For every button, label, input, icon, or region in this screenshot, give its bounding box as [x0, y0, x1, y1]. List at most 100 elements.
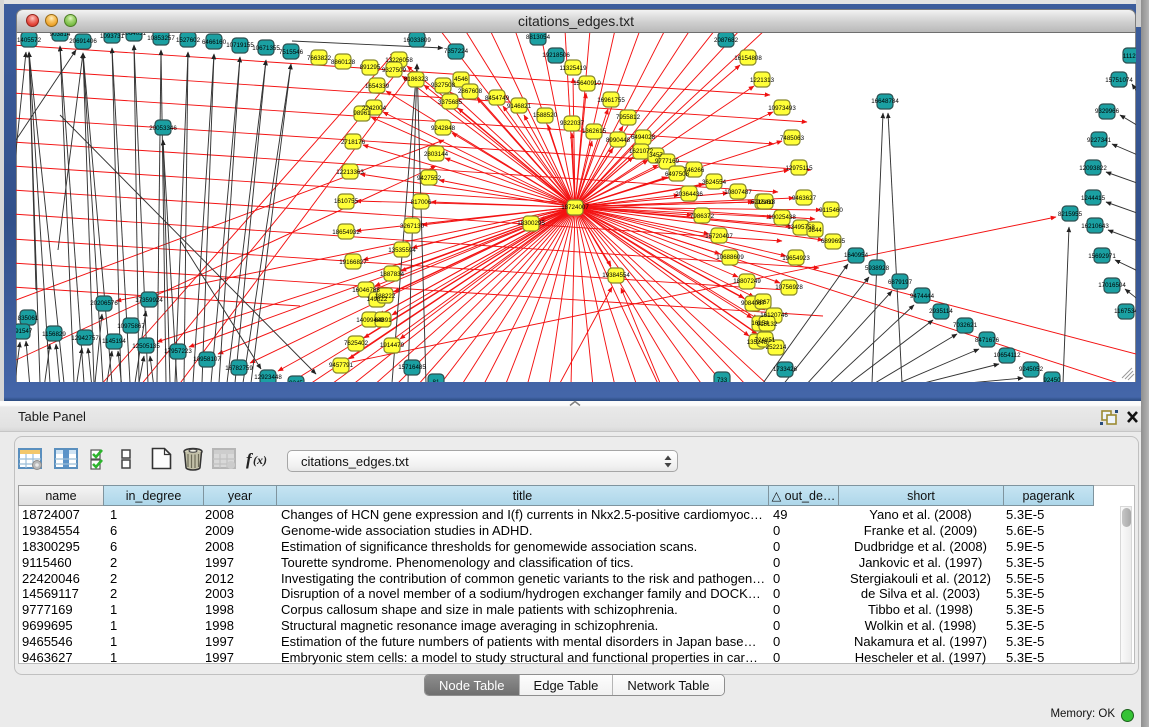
svg-text:15751074: 15751074 [1105, 77, 1133, 84]
svg-text:1156829: 1156829 [42, 331, 66, 338]
svg-text:10654112: 10654112 [993, 352, 1021, 359]
svg-text:15716485: 15716485 [398, 364, 426, 371]
svg-text:7515546: 7515546 [279, 49, 304, 56]
svg-text:10756928: 10756928 [775, 284, 803, 291]
svg-text:9146821: 9146821 [507, 103, 532, 110]
svg-text:16961755: 16961755 [597, 97, 625, 104]
svg-text:733: 733 [717, 377, 728, 382]
svg-text:10719155: 10719155 [226, 42, 254, 49]
svg-text:6494028: 6494028 [631, 134, 656, 141]
svg-text:9327509: 9327509 [382, 67, 407, 74]
svg-text:1093731: 1093731 [100, 33, 125, 40]
svg-text:1887834: 1887834 [380, 271, 405, 278]
svg-text:10975867: 10975867 [117, 323, 145, 330]
svg-text:835061: 835061 [18, 315, 39, 322]
svg-text:13226058: 13226058 [385, 57, 413, 64]
svg-text:18807249: 18807249 [733, 278, 761, 285]
svg-text:10688609: 10688609 [716, 254, 744, 261]
svg-text:2867608: 2867608 [458, 88, 483, 95]
svg-text:92160: 92160 [756, 199, 774, 206]
svg-text:8860128: 8860128 [331, 59, 356, 66]
svg-text:1362615: 1362615 [582, 128, 607, 135]
svg-text:92450: 92450 [1043, 377, 1061, 382]
svg-text:1145194: 1145194 [102, 338, 126, 345]
svg-text:18724007: 18724007 [561, 204, 589, 211]
svg-text:12942757: 12942757 [71, 335, 99, 342]
svg-text:1588520: 1588520 [533, 112, 558, 119]
svg-text:2803144: 2803144 [424, 151, 449, 158]
svg-text:3375685: 3375685 [438, 99, 463, 106]
svg-text:7955812: 7955812 [616, 114, 641, 121]
svg-text:15692971: 15692971 [1088, 253, 1116, 260]
svg-text:12505135: 12505135 [132, 343, 160, 350]
svg-text:11325419: 11325419 [559, 65, 587, 72]
svg-text:16154808: 16154808 [734, 55, 762, 62]
svg-text:8471676: 8471676 [975, 337, 1000, 344]
svg-text:19166827: 19166827 [339, 259, 367, 266]
svg-text:19218506: 19218506 [542, 52, 570, 59]
svg-text:1733426: 1733426 [773, 366, 798, 373]
svg-text:891295: 891295 [360, 64, 381, 71]
svg-text:6497508: 6497508 [665, 171, 690, 178]
svg-text:1914479: 1914479 [380, 342, 405, 349]
svg-text:7625402: 7625402 [344, 340, 369, 347]
svg-text:1640954: 1640954 [844, 252, 869, 259]
svg-text:11120: 11120 [1123, 53, 1136, 60]
svg-text:9777169: 9777169 [655, 158, 680, 165]
svg-text:9867: 9867 [756, 299, 770, 306]
svg-text:9245: 9245 [289, 380, 303, 382]
svg-text:2935114: 2935114 [929, 308, 953, 315]
svg-text:1527602: 1527602 [176, 37, 201, 44]
svg-text:7485063: 7485063 [780, 135, 805, 142]
svg-text:20053346: 20053346 [149, 125, 177, 132]
svg-text:1167534: 1167534 [1114, 308, 1136, 315]
svg-text:9322037: 9322037 [560, 120, 585, 127]
svg-text:13535594: 13535594 [388, 247, 416, 254]
svg-text:9227341: 9227341 [1087, 137, 1112, 144]
svg-text:7357224: 7357224 [444, 48, 469, 55]
svg-text:19654923: 19654923 [782, 255, 810, 262]
svg-text:16120746: 16120746 [760, 312, 788, 319]
svg-text:7032621: 7032621 [953, 322, 978, 329]
svg-text:3267130: 3267130 [400, 223, 425, 230]
svg-text:8215955: 8215955 [1058, 211, 1083, 218]
svg-text:1405572: 1405572 [17, 37, 42, 44]
svg-text:16210643: 16210643 [1081, 223, 1109, 230]
svg-text:5938928: 5938928 [865, 265, 890, 272]
svg-text:7663822: 7663822 [307, 55, 332, 62]
svg-text:16782759: 16782759 [225, 365, 253, 372]
svg-text:10853257: 10853257 [147, 35, 175, 42]
svg-text:9245052: 9245052 [1019, 366, 1044, 373]
svg-text:98961: 98961 [353, 110, 371, 117]
svg-text:15720407: 15720407 [705, 233, 733, 240]
svg-text:17016504: 17016504 [1098, 282, 1126, 289]
svg-text:391547: 391547 [16, 328, 33, 335]
svg-text:6466160: 6466160 [202, 39, 227, 46]
svg-text:9329966: 9329966 [1095, 108, 1120, 115]
svg-text:6899695: 6899695 [821, 238, 846, 245]
svg-text:9327508: 9327508 [431, 82, 456, 89]
svg-text:9242848: 9242848 [431, 125, 456, 132]
svg-text:9115460: 9115460 [819, 207, 843, 214]
svg-text:17957223: 17957223 [164, 348, 192, 355]
svg-text:9844: 9844 [808, 227, 822, 234]
svg-text:64891: 64891 [374, 317, 392, 324]
svg-text:8990448: 8990448 [606, 137, 631, 144]
svg-text:10671355: 10671355 [252, 45, 280, 52]
svg-text:9474444: 9474444 [910, 293, 935, 300]
svg-text:7986372: 7986372 [690, 213, 715, 220]
svg-text:252214: 252214 [766, 344, 787, 351]
svg-text:8454749: 8454749 [485, 95, 510, 102]
svg-text:20364436: 20364436 [675, 191, 703, 198]
svg-text:12923448: 12923448 [254, 374, 282, 381]
svg-text:18654932: 18654932 [332, 229, 360, 236]
svg-text:188222: 188222 [375, 293, 396, 300]
svg-text:817006: 817006 [411, 199, 432, 206]
svg-text:1610755: 1610755 [334, 198, 359, 205]
svg-text:16033809: 16033809 [403, 37, 431, 44]
svg-text:724851: 724851 [755, 337, 776, 344]
svg-text:19384554: 19384554 [602, 272, 630, 279]
svg-text:17359924: 17359924 [135, 297, 163, 304]
svg-text:(x): (x) [253, 453, 267, 467]
svg-text:16648784: 16648784 [871, 98, 899, 105]
